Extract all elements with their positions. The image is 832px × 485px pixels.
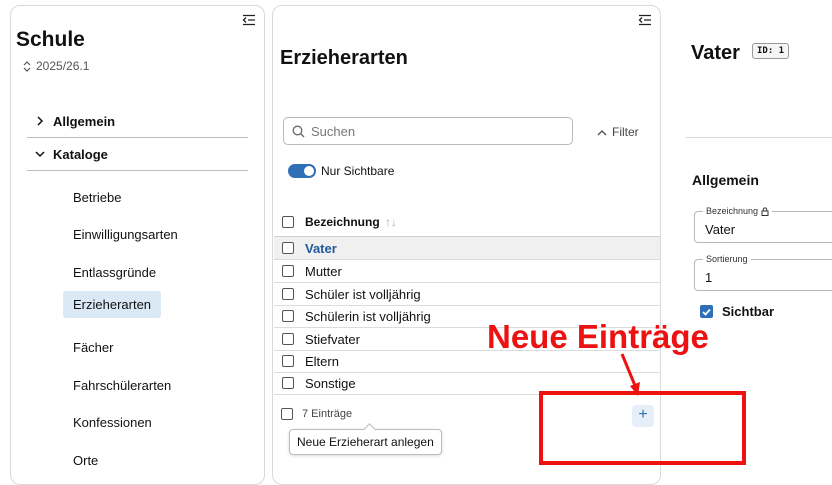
field-label: Bezeichnung bbox=[703, 206, 773, 216]
row-checkbox[interactable] bbox=[282, 288, 294, 300]
field-value: 1 bbox=[705, 270, 713, 285]
updown-chevron-icon bbox=[23, 60, 31, 72]
row-checkbox[interactable] bbox=[282, 333, 294, 345]
checkbox-label: Sichtbar bbox=[722, 304, 775, 319]
school-year-selector[interactable]: 2025/26.1 bbox=[23, 59, 89, 73]
chevron-right-icon bbox=[37, 116, 44, 126]
visible-only-toggle[interactable]: Nur Sichtbare bbox=[288, 164, 394, 178]
table-row[interactable]: Mutter bbox=[274, 260, 660, 283]
visible-checkbox[interactable]: Sichtbar bbox=[700, 304, 774, 319]
nav-item-einwilligungsarten[interactable]: Einwilligungsarten bbox=[63, 221, 188, 248]
toggle-label: Nur Sichtbare bbox=[321, 164, 395, 178]
collapse-sidebar-icon[interactable] bbox=[242, 14, 256, 26]
page-title: Erzieherarten bbox=[280, 47, 408, 69]
row-checkbox[interactable] bbox=[282, 242, 294, 254]
nav-item-fahrschuelerarten[interactable]: Fahrschülerarten bbox=[63, 372, 181, 399]
detail-title: Vater bbox=[691, 42, 740, 64]
search-icon bbox=[292, 125, 305, 137]
row-label: Mutter bbox=[305, 263, 342, 279]
column-header-bezeichnung[interactable]: Bezeichnung ↑↓ bbox=[305, 215, 397, 229]
school-title: Schule bbox=[16, 28, 85, 51]
row-label: Schüler ist volljährig bbox=[305, 286, 421, 302]
row-label: Eltern bbox=[305, 353, 339, 369]
school-sidebar: Schule 2025/26.1 Allgemein Kataloge Betr… bbox=[10, 5, 265, 485]
sort-icon[interactable]: ↑↓ bbox=[382, 215, 397, 229]
row-checkbox[interactable] bbox=[282, 355, 294, 367]
annotation-box bbox=[539, 391, 746, 465]
nav-item-entlassgruende[interactable]: Entlassgründe bbox=[63, 259, 166, 286]
nav-section-label: Allgemein bbox=[53, 113, 116, 129]
search-placeholder: Suchen bbox=[311, 123, 356, 139]
id-badge: ID: 1 bbox=[752, 43, 790, 59]
row-checkbox[interactable] bbox=[282, 377, 294, 389]
table-footer: 7 Einträge bbox=[281, 408, 352, 420]
row-label: Vater bbox=[305, 240, 337, 256]
school-year: 2025/26.1 bbox=[36, 59, 90, 73]
select-all-checkbox[interactable] bbox=[282, 215, 294, 228]
field-label: Sortierung bbox=[703, 254, 751, 264]
chevron-down-icon bbox=[35, 151, 45, 158]
nav-section-allgemein[interactable]: Allgemein bbox=[27, 105, 248, 138]
nav-item-orte[interactable]: Orte bbox=[63, 447, 108, 474]
nav-item-erzieherarten[interactable]: Erzieherarten bbox=[63, 291, 162, 318]
collapse-list-icon[interactable] bbox=[638, 14, 652, 26]
toggle-switch[interactable] bbox=[288, 164, 316, 178]
chevron-up-icon bbox=[597, 129, 607, 135]
row-label: Schülerin ist volljährig bbox=[305, 308, 431, 324]
filter-label: Filter bbox=[612, 125, 639, 139]
section-title: Allgemein bbox=[692, 172, 759, 188]
footer-checkbox[interactable] bbox=[281, 408, 293, 420]
nav-item-faecher[interactable]: Fächer bbox=[63, 334, 123, 361]
nav-section-kataloge[interactable]: Kataloge bbox=[27, 138, 248, 171]
annotation-label: Neue Einträge bbox=[487, 318, 709, 355]
checkbox-checked-icon[interactable] bbox=[700, 305, 713, 318]
nav-section-label: Kataloge bbox=[53, 146, 108, 162]
nav-item-betriebe[interactable]: Betriebe bbox=[63, 184, 131, 211]
row-checkbox[interactable] bbox=[282, 265, 294, 277]
table-row[interactable]: Vater bbox=[274, 237, 660, 260]
table-header: Bezeichnung ↑↓ bbox=[274, 207, 660, 237]
entry-count: 7 Einträge bbox=[302, 408, 353, 420]
field-value: Vater bbox=[705, 222, 736, 237]
row-label: Sonstige bbox=[305, 375, 356, 391]
lock-icon bbox=[761, 206, 769, 216]
table-row[interactable]: Schüler ist volljährig bbox=[274, 283, 660, 306]
filter-button[interactable]: Filter bbox=[597, 125, 639, 139]
nav-item-konfessionen[interactable]: Konfessionen bbox=[63, 409, 162, 436]
row-label: Stiefvater bbox=[305, 331, 360, 347]
divider bbox=[686, 137, 832, 138]
search-input[interactable]: Suchen bbox=[283, 117, 573, 145]
bezeichnung-field[interactable]: Bezeichnung Vater bbox=[694, 206, 832, 243]
sortierung-field[interactable]: Sortierung 1 bbox=[694, 254, 832, 291]
row-checkbox[interactable] bbox=[282, 310, 294, 322]
add-tooltip: Neue Erzieherart anlegen bbox=[289, 429, 442, 455]
